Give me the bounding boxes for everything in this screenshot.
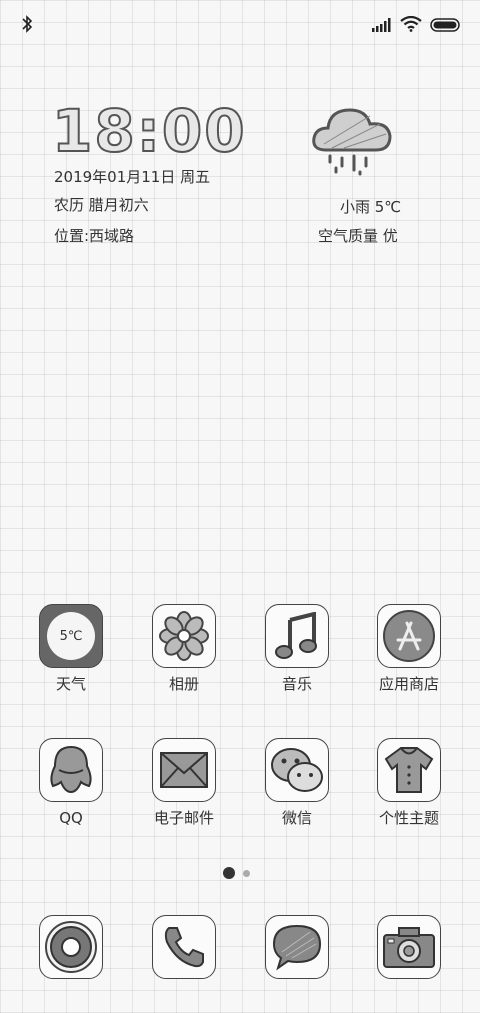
app-label: 音乐 [281, 675, 312, 693]
music-note-icon [265, 604, 329, 668]
air-quality-text: 空气质量 优 [318, 227, 398, 245]
wechat-icon [265, 738, 329, 802]
app-mail[interactable]: 电子邮件 [134, 738, 234, 828]
clock-time[interactable]: 18:00 [51, 96, 247, 166]
page-dot[interactable] [243, 869, 250, 877]
app-store[interactable]: 应用商店 [359, 604, 459, 694]
page-indicator[interactable] [223, 867, 250, 879]
camera-icon [377, 915, 441, 979]
dock-phone[interactable] [134, 915, 234, 979]
weather-condition-text: 小雨 5℃ [340, 198, 402, 216]
phone-icon [152, 915, 216, 979]
rain-cloud-icon[interactable] [310, 104, 392, 180]
gallery-flower-icon [152, 604, 216, 668]
app-gallery[interactable]: 相册 [134, 604, 234, 694]
bluetooth-icon [20, 14, 34, 38]
dock-camera[interactable] [359, 915, 459, 979]
status-bar [0, 14, 480, 38]
app-label: 相册 [168, 675, 199, 693]
app-music[interactable]: 音乐 [247, 604, 347, 694]
theme-shirt-icon [377, 738, 441, 802]
app-qq[interactable]: QQ [21, 738, 121, 828]
app-weather[interactable]: 5℃ 天气 [21, 604, 121, 694]
dock-browser[interactable] [21, 915, 121, 979]
page-dot-active[interactable] [223, 867, 235, 879]
date-text: 2019年01月11日 周五 [54, 168, 211, 186]
app-label: QQ [59, 809, 83, 827]
qq-penguin-icon [39, 738, 103, 802]
app-label: 天气 [55, 675, 86, 693]
app-store-icon [377, 604, 441, 668]
mail-envelope-icon [152, 738, 216, 802]
signal-icon [372, 17, 392, 36]
app-label: 个性主题 [378, 809, 439, 827]
location-text: 位置:西域路 [54, 227, 135, 245]
app-label: 微信 [281, 809, 312, 827]
weather-badge: 5℃ [47, 612, 95, 660]
app-label: 应用商店 [378, 675, 439, 693]
battery-icon [430, 17, 460, 36]
dock-messages[interactable] [247, 915, 347, 979]
app-label: 电子邮件 [153, 809, 214, 827]
app-wechat[interactable]: 微信 [247, 738, 347, 828]
messages-icon [265, 915, 329, 979]
wifi-icon [400, 15, 422, 36]
browser-icon [39, 915, 103, 979]
app-theme[interactable]: 个性主题 [359, 738, 459, 828]
weather-app-icon: 5℃ [39, 604, 103, 668]
lunar-date-text: 农历 腊月初六 [54, 196, 149, 214]
